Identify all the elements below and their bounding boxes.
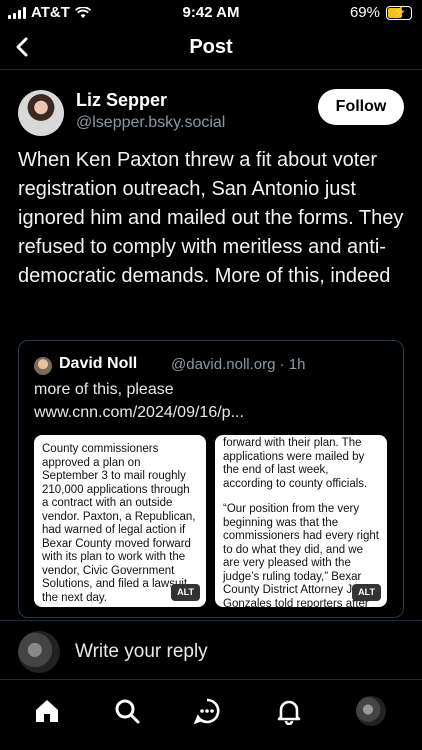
user-avatar: [18, 631, 60, 673]
page-title: Post: [189, 36, 233, 58]
follow-button[interactable]: Follow: [318, 89, 404, 125]
author-handle[interactable]: @lsepper.bsky.social: [76, 114, 225, 132]
status-bar: AT&T 9:42 AM 69% ⚡: [0, 0, 422, 24]
home-icon[interactable]: [30, 694, 64, 728]
author-avatar[interactable]: [18, 90, 64, 136]
reply-bar[interactable]: Write your reply: [0, 620, 422, 680]
bottom-nav: [0, 686, 422, 736]
profile-avatar[interactable]: [354, 694, 388, 728]
page-header: Post: [0, 28, 422, 70]
quote-text: more of this, please: [34, 381, 174, 398]
quoted-post[interactable]: David Noll @david.noll.org · 1h more of …: [18, 340, 404, 618]
quote-author-name: David Noll: [59, 355, 138, 372]
reply-input[interactable]: Write your reply: [75, 641, 208, 663]
battery-group: 69% ⚡: [350, 4, 412, 21]
bell-icon[interactable]: [272, 694, 306, 728]
chat-icon[interactable]: [190, 694, 224, 728]
quote-image-2[interactable]: forward with their plan. The application…: [215, 435, 387, 607]
search-icon[interactable]: [110, 694, 144, 728]
quote-link[interactable]: www.cnn.com/2024/09/16/p...: [34, 404, 244, 422]
author-name[interactable]: Liz Sepper: [76, 90, 167, 111]
quote-meta: @david.noll.org · 1h: [171, 356, 306, 373]
alt-badge[interactable]: ALT: [352, 583, 381, 601]
battery-percent: 69%: [349, 4, 380, 21]
image-1-text: County commissioners approved a plan on …: [42, 443, 196, 604]
image-2-text-a: forward with their plan. The application…: [223, 437, 368, 490]
battery-icon: ⚡: [386, 5, 412, 20]
alt-badge[interactable]: ALT: [171, 583, 200, 601]
post-text: When Ken Paxton threw a fit about voter …: [18, 149, 404, 287]
quote-image-1[interactable]: County commissioners approved a plan on …: [34, 435, 206, 607]
quote-author-avatar: [34, 357, 52, 375]
